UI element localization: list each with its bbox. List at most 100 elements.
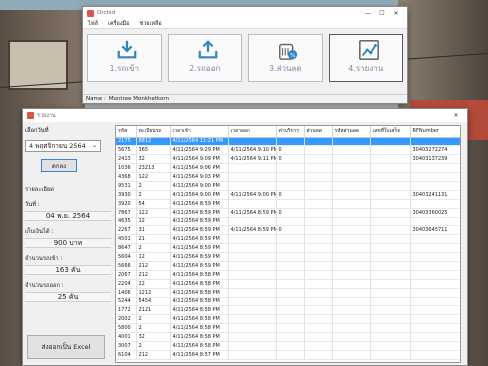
column-header[interactable]: ค่าบริการ: [276, 126, 305, 138]
table-cell: [228, 279, 277, 289]
table-row[interactable]: 9531 2 4/11/2564 9:00 PM: [116, 181, 460, 191]
table-cell: [276, 172, 305, 182]
main-window: Orchid — ☐ ✕ ไฟล์ เครื่องมือ ช่วยเหลือ 1…: [82, 6, 408, 104]
column-header[interactable]: ทะเบียนรถ: [136, 126, 171, 138]
table-row[interactable]: 6104 212 4/11/2564 8:57 PM: [116, 350, 460, 360]
table-cell: 4/11/2564 8:59 PM: [170, 208, 229, 218]
table-cell: 30403241131: [410, 190, 460, 200]
table-row[interactable]: 5244 5454 4/11/2564 8:58 PM: [116, 297, 460, 307]
table-cell: 22: [136, 279, 171, 289]
column-header[interactable]: เวลาออก: [228, 126, 277, 138]
table-row[interactable]: 2204 22 4/11/2564 8:58 PM: [116, 279, 460, 289]
table-cell: [304, 243, 333, 254]
table-cell: 4/11/2564 8:59 PM: [170, 261, 229, 271]
table-cell: 32: [136, 332, 171, 342]
table-cell: 2204: [116, 279, 137, 289]
table-cell: 4/11/2564 9:00 PM: [170, 181, 229, 191]
column-header[interactable]: เวลาเข้า: [170, 126, 229, 138]
column-header[interactable]: เลขที่ใบเสร็จ: [370, 126, 411, 138]
table-cell: 4/11/2564 9:03 PM: [170, 172, 229, 182]
table-cell: 1406: [116, 288, 137, 298]
report-close-icon[interactable]: ✕: [449, 112, 463, 119]
table-cell: 5454: [136, 297, 171, 307]
table-cell: [332, 305, 371, 316]
user-name: Montree Monkhetkorn: [108, 96, 170, 102]
maximize-icon[interactable]: ☐: [375, 10, 389, 17]
table-cell: 4/11/2564 8:58 PM: [170, 297, 229, 307]
table-row[interactable]: 4635 12 4/11/2564 8:59 PM: [116, 217, 460, 227]
menu-tools[interactable]: เครื่องมือ: [103, 20, 134, 28]
menu-help[interactable]: ช่วยเหลือ: [134, 20, 166, 28]
table-cell: [370, 199, 411, 209]
close-icon[interactable]: ✕: [389, 10, 403, 17]
table-row[interactable]: 2067 212 4/11/2564 8:58 PM: [116, 270, 460, 280]
menu-file[interactable]: ไฟล์: [83, 20, 103, 28]
table-cell: 4/11/2564 8:59 PM: [228, 225, 277, 236]
table-cell: [276, 199, 305, 209]
table-cell: [276, 332, 305, 342]
table-cell: 4/11/2564 9:29 PM: [170, 145, 229, 156]
column-header[interactable]: รหัสส่วนลด: [332, 126, 371, 138]
date-picker[interactable]: 4 พฤศจิกายน 2564 ⌄: [25, 140, 101, 152]
table-cell: 4501: [116, 234, 137, 245]
discount-button[interactable]: % 3.ส่วนลด: [248, 34, 323, 82]
minimize-icon[interactable]: —: [361, 10, 375, 17]
table-cell: [228, 305, 277, 316]
table-cell: 2: [136, 341, 171, 351]
table-cell: [276, 323, 305, 334]
table-row[interactable]: 5675 365 4/11/2564 9:29 PM 4/11/2564 9:10 P…: [116, 145, 460, 156]
table-cell: 212: [136, 261, 171, 271]
main-titlebar[interactable]: Orchid — ☐ ✕: [83, 7, 407, 19]
table-cell: [410, 305, 460, 316]
column-header[interactable]: รหัส: [116, 126, 137, 138]
table-cell: 4/11/2564 9:00 PM: [170, 190, 229, 200]
table-row[interactable]: 3930 2 4/11/2564 9:00 PM 4/11/2564 9:00 PM 0…: [116, 190, 460, 200]
table-cell: 5604: [116, 252, 137, 262]
chevron-down-icon[interactable]: ⌄: [92, 142, 97, 149]
column-header[interactable]: RFNumber: [410, 126, 460, 138]
table-cell: [410, 243, 460, 254]
table-row[interactable]: 2175 8812 4/11/2564 11:21 PM: [116, 137, 460, 147]
table-row[interactable]: 3920 54 4/11/2564 8:59 PM: [116, 199, 460, 209]
export-excel-button[interactable]: ส่งออกเป็น Excel: [27, 335, 105, 359]
car-in-button[interactable]: 1.รถเข้า: [87, 34, 162, 82]
table-row[interactable]: 1772 2121 4/11/2564 8:58 PM: [116, 305, 460, 316]
table-row[interactable]: 2413 32 4/11/2564 9:09 PM 4/11/2564 9:11 PM…: [116, 154, 460, 165]
table-row[interactable]: 5800 2 4/11/2564 8:58 PM: [116, 323, 460, 334]
report-table[interactable]: รหัส ทะเบียนรถ เวลาเข้า เวลาออก ค่าบริการ ส่ว…: [115, 125, 461, 363]
table-cell: 4/11/2564 8:58 PM: [170, 323, 229, 334]
table-cell: [304, 261, 333, 271]
table-cell: [410, 332, 460, 342]
table-cell: [410, 261, 460, 271]
report-button[interactable]: 4.รายงาน: [328, 34, 403, 82]
table-row[interactable]: 1036 23213 4/11/2564 9:06 PM: [116, 163, 460, 174]
report-titlebar[interactable]: รายงาน ✕: [23, 109, 467, 122]
ok-button[interactable]: ตกลง: [41, 159, 77, 172]
table-row[interactable]: 5604 12 4/11/2564 8:59 PM: [116, 252, 460, 262]
select-date-label: เลือกวันที่: [25, 128, 49, 134]
table-row[interactable]: 2002 2 4/11/2564 8:58 PM: [116, 314, 460, 325]
table-row[interactable]: 4501 21 4/11/2564 8:59 PM: [116, 234, 460, 245]
table-cell: [332, 252, 371, 262]
car-out-button[interactable]: 2.รถออก: [167, 34, 242, 82]
table-row[interactable]: 4368 122 4/11/2564 9:03 PM: [116, 172, 460, 182]
svg-text:%: %: [290, 53, 295, 59]
table-cell: [304, 190, 333, 200]
table-cell: 12: [136, 217, 171, 227]
table-cell: [332, 341, 371, 351]
table-row[interactable]: 3007 2 4/11/2564 8:58 PM: [116, 341, 460, 351]
table-cell: [228, 261, 277, 271]
table-cell: [228, 137, 277, 147]
table-row[interactable]: 1406 1212 4/11/2564 8:58 PM: [116, 288, 460, 298]
table-row[interactable]: 7867 122 4/11/2564 8:59 PM 4/11/2564 8:59 P…: [116, 208, 460, 218]
column-header[interactable]: ส่วนลด: [304, 126, 333, 138]
table-cell: 4/11/2564 8:58 PM: [170, 270, 229, 280]
table-row[interactable]: 8647 2 4/11/2564 8:59 PM: [116, 243, 460, 254]
table-cell: [304, 208, 333, 218]
table-row[interactable]: 2267 31 4/11/2564 8:59 PM 4/11/2564 8:59 PM…: [116, 225, 460, 236]
table-row[interactable]: 5666 212 4/11/2564 8:59 PM: [116, 261, 460, 271]
table-cell: [276, 181, 305, 191]
table-row[interactable]: 4001 32 4/11/2564 8:58 PM: [116, 332, 460, 342]
report-window-title: รายงาน: [37, 112, 56, 119]
table-cell: [370, 305, 411, 316]
